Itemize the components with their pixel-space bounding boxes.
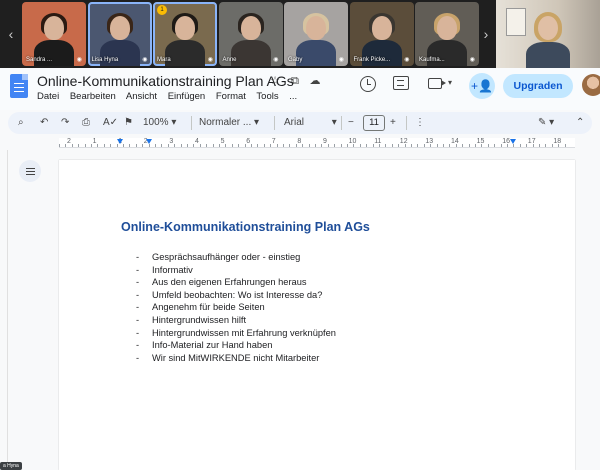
first-line-indent-marker[interactable]	[146, 139, 152, 144]
participant-name: Kaufma...	[419, 57, 445, 63]
font-size-decrease-icon[interactable]: −	[348, 115, 354, 131]
paint-format-icon[interactable]: ⚑	[124, 115, 133, 131]
list-item: Aus den eigenen Erfahrungen heraus	[121, 276, 521, 289]
font-value: Arial	[284, 117, 305, 128]
mic-status-icon: ◉	[76, 57, 82, 63]
avatar[interactable]	[582, 74, 600, 96]
vertical-ruler[interactable]	[0, 150, 8, 470]
participant-tile[interactable]: Gaby ◉	[284, 2, 348, 66]
document-outline-button[interactable]	[19, 160, 41, 182]
self-video-tile[interactable]	[496, 0, 600, 68]
version-history-icon[interactable]	[360, 76, 376, 92]
print-icon[interactable]: ⎙	[82, 115, 90, 131]
comments-icon[interactable]	[393, 76, 409, 90]
redo-icon[interactable]: ↷	[61, 115, 69, 131]
ruler-number: 6	[246, 138, 251, 145]
chevron-down-icon[interactable]: ▾	[448, 78, 452, 87]
editing-mode-icon[interactable]: ✎ ▾	[538, 115, 554, 131]
mic-status-icon: ◉	[469, 57, 475, 63]
horizontal-ruler[interactable]: 2 1 1 2 3 4 5 6 7 8 9 10 11 12 13 14 15 16 17 18	[59, 138, 575, 148]
bullet-list: Gesprächsaufhänger oder - einstieg Infor…	[121, 251, 521, 364]
zoom-value: 100%	[143, 117, 169, 128]
ruler-number: 3	[169, 138, 174, 145]
meet-video-icon[interactable]	[428, 78, 446, 89]
participant-name: Anne	[222, 57, 237, 63]
chevron-right-icon[interactable]: ›	[479, 24, 493, 44]
menu-item-datei[interactable]: Datei	[37, 91, 59, 102]
left-indent-marker[interactable]	[117, 139, 123, 144]
self-name-label: a Hyna	[0, 462, 22, 470]
participant-tile[interactable]: Mara ◉ 1	[153, 2, 217, 66]
document-heading: Online-Kommunikationstraining Plan AGs	[121, 220, 370, 234]
collapse-toolbar-icon[interactable]: ⌃	[576, 115, 584, 131]
participant-name: Lisa Hyna	[91, 57, 119, 63]
list-item: Hintergrundwissen mit Erfahrung verknüpf…	[121, 327, 521, 340]
menu-item-ansicht[interactable]: Ansicht	[126, 91, 157, 102]
menu-item-more[interactable]: ...	[289, 91, 297, 102]
participant-name: Frank Picke...	[353, 57, 391, 63]
cloud-status-icon[interactable]: ☁	[305, 74, 325, 87]
ruler-number: 4	[195, 138, 199, 145]
ruler-number: 7	[271, 138, 276, 145]
participant-tile[interactable]: Frank Picke... ◉	[349, 2, 414, 66]
menu-item-format[interactable]: Format	[216, 91, 246, 102]
undo-icon[interactable]: ↶	[40, 115, 48, 131]
star-icon[interactable]: ☆	[265, 74, 285, 87]
menu-item-tools[interactable]: Tools	[256, 91, 278, 102]
menu-item-bearbeiten[interactable]: Bearbeiten	[70, 91, 116, 102]
paragraph-style-select[interactable]: Normaler ... ▾	[199, 115, 259, 131]
menu-bar: Datei Bearbeiten Ansicht Einfügen Format…	[37, 91, 305, 102]
ruler-number: 2	[67, 138, 71, 145]
search-menus-icon[interactable]: ⌕	[18, 115, 24, 131]
more-options-icon[interactable]: ⋮	[415, 115, 425, 131]
zoom-select[interactable]: 100% ▾	[143, 115, 176, 131]
list-item: Informativ	[121, 264, 521, 277]
participant-name: Gaby	[288, 57, 303, 63]
list-item: Umfeld beobachten: Wo ist Interesse da?	[121, 289, 521, 302]
participant-tile[interactable]: Anne ◉	[218, 2, 283, 66]
participant-tile[interactable]: Lisa Hyna ◉	[87, 2, 152, 66]
mic-status-icon: ◉	[404, 57, 410, 63]
list-item: Wir sind MitWIRKENDE nicht Mitarbeiter	[121, 352, 521, 365]
mic-status-icon: ◉	[207, 57, 213, 63]
video-strip: ‹ Sandra ... ◉ Lisa Hyna ◉ Mara ◉ 1 Anne ◉ Gaby ◉ F…	[0, 0, 600, 68]
font-size-input[interactable]: 11	[363, 115, 385, 131]
ruler-number: 5	[220, 138, 225, 145]
participant-tile[interactable]: Kaufma... ◉	[415, 2, 479, 66]
title-icons: ☆ ⧉ ☁	[265, 74, 325, 88]
list-item: Gesprächsaufhänger oder - einstieg	[121, 251, 521, 264]
participant-name: Mara	[157, 57, 171, 63]
ruler-number: 8	[297, 138, 302, 145]
menu-item-einfuegen[interactable]: Einfügen	[168, 91, 206, 102]
docs-logo-icon[interactable]	[10, 74, 28, 98]
formatting-toolbar: ⌕ ↶ ↷ ⎙ A✓ ⚑ 100% ▾ Normaler ... ▾ Arial…	[8, 112, 592, 134]
list-item: Info-Material zur Hand haben	[121, 339, 521, 352]
participant-tile[interactable]: Sandra ... ◉	[22, 2, 86, 66]
font-select[interactable]: Arial ▾	[284, 115, 337, 131]
ruler-number: 11	[374, 138, 382, 145]
chevron-left-icon[interactable]: ‹	[4, 24, 18, 44]
move-folder-icon[interactable]: ⧉	[285, 75, 305, 88]
font-size-increase-icon[interactable]: +	[390, 115, 396, 131]
spellcheck-icon[interactable]: A✓	[103, 115, 118, 131]
docs-header: Online-Kommunikationstraining Plan AGs ☆…	[0, 68, 600, 110]
ruler-number: 9	[323, 138, 327, 145]
mic-status-icon: ◉	[273, 57, 279, 63]
mic-status-icon: ◉	[142, 57, 148, 63]
upgrade-button[interactable]: Upgraden	[503, 74, 573, 98]
right-indent-marker[interactable]	[510, 139, 516, 144]
list-item: Hintergrundwissen hilft	[121, 314, 521, 327]
raised-hand-icon: 1	[157, 5, 167, 15]
document-page[interactable]: Online-Kommunikationstraining Plan AGs G…	[59, 160, 575, 470]
mic-status-icon: ◉	[338, 57, 344, 63]
document-title[interactable]: Online-Kommunikationstraining Plan AGs	[37, 73, 294, 89]
style-value: Normaler ...	[199, 117, 252, 128]
participant-name: Sandra ...	[26, 57, 53, 63]
list-item: Angenehm für beide Seiten	[121, 301, 521, 314]
ruler-number: 1	[92, 138, 97, 145]
add-person-icon[interactable]: +👤	[469, 73, 495, 99]
